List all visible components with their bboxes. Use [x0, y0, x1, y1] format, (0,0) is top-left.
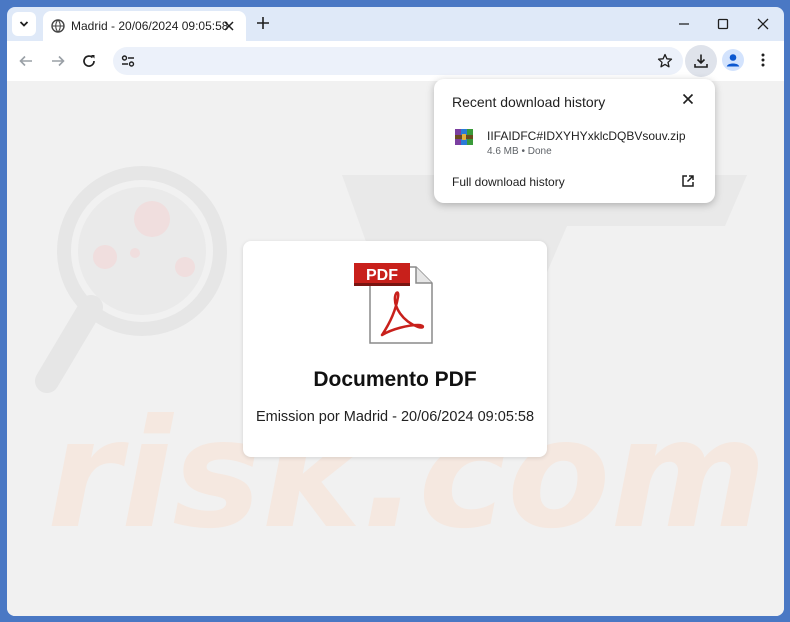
- site-settings-icon[interactable]: [120, 53, 136, 69]
- globe-icon: [51, 19, 65, 33]
- bookmark-star-icon[interactable]: [657, 53, 673, 69]
- pdf-file-icon: PDF: [354, 263, 433, 344]
- back-icon[interactable]: [18, 53, 34, 69]
- close-window-icon[interactable]: [756, 17, 770, 31]
- downloads-button[interactable]: [685, 45, 717, 77]
- download-history-popup: Recent download history IIFAIDFC#IDXYHYx…: [434, 79, 715, 203]
- document-card: PDF Documento PDF Emission por Madrid - …: [243, 241, 547, 457]
- reload-icon[interactable]: [81, 53, 97, 69]
- open-external-icon[interactable]: [681, 174, 695, 188]
- download-meta: 4.6 MB • Done: [487, 146, 552, 157]
- full-download-history-link[interactable]: Full download history: [452, 175, 565, 189]
- document-subtitle: Emission por Madrid - 20/06/2024 09:05:5…: [255, 409, 535, 425]
- close-popup-icon[interactable]: [682, 93, 694, 105]
- pdf-label: PDF: [366, 267, 398, 284]
- more-menu-icon[interactable]: [755, 52, 771, 68]
- browser-window: Madrid - 20/06/2024 09:05:58 risk.com PD…: [7, 7, 784, 616]
- person-icon: [726, 54, 740, 67]
- popup-header: Recent download history: [452, 94, 606, 110]
- new-tab-icon[interactable]: [256, 16, 270, 30]
- download-filename[interactable]: IIFAIDFC#IDXYHYxklcDQBVsouv.zip: [487, 129, 686, 143]
- maximize-icon[interactable]: [716, 17, 730, 31]
- download-icon: [694, 54, 708, 68]
- close-tab-icon[interactable]: [223, 20, 235, 32]
- zip-archive-icon: [455, 129, 473, 145]
- tab-title: Madrid - 20/06/2024 09:05:58: [71, 19, 229, 33]
- tab-search-button[interactable]: [12, 12, 36, 36]
- minimize-icon[interactable]: [677, 17, 691, 31]
- tab-active[interactable]: Madrid - 20/06/2024 09:05:58: [43, 11, 246, 41]
- document-title: Documento PDF: [313, 368, 477, 391]
- address-bar[interactable]: [113, 47, 683, 75]
- toolbar: [7, 41, 784, 81]
- tab-strip: Madrid - 20/06/2024 09:05:58: [7, 7, 784, 41]
- profile-avatar[interactable]: [722, 49, 744, 71]
- forward-icon[interactable]: [50, 53, 66, 69]
- chevron-down-icon: [19, 21, 29, 27]
